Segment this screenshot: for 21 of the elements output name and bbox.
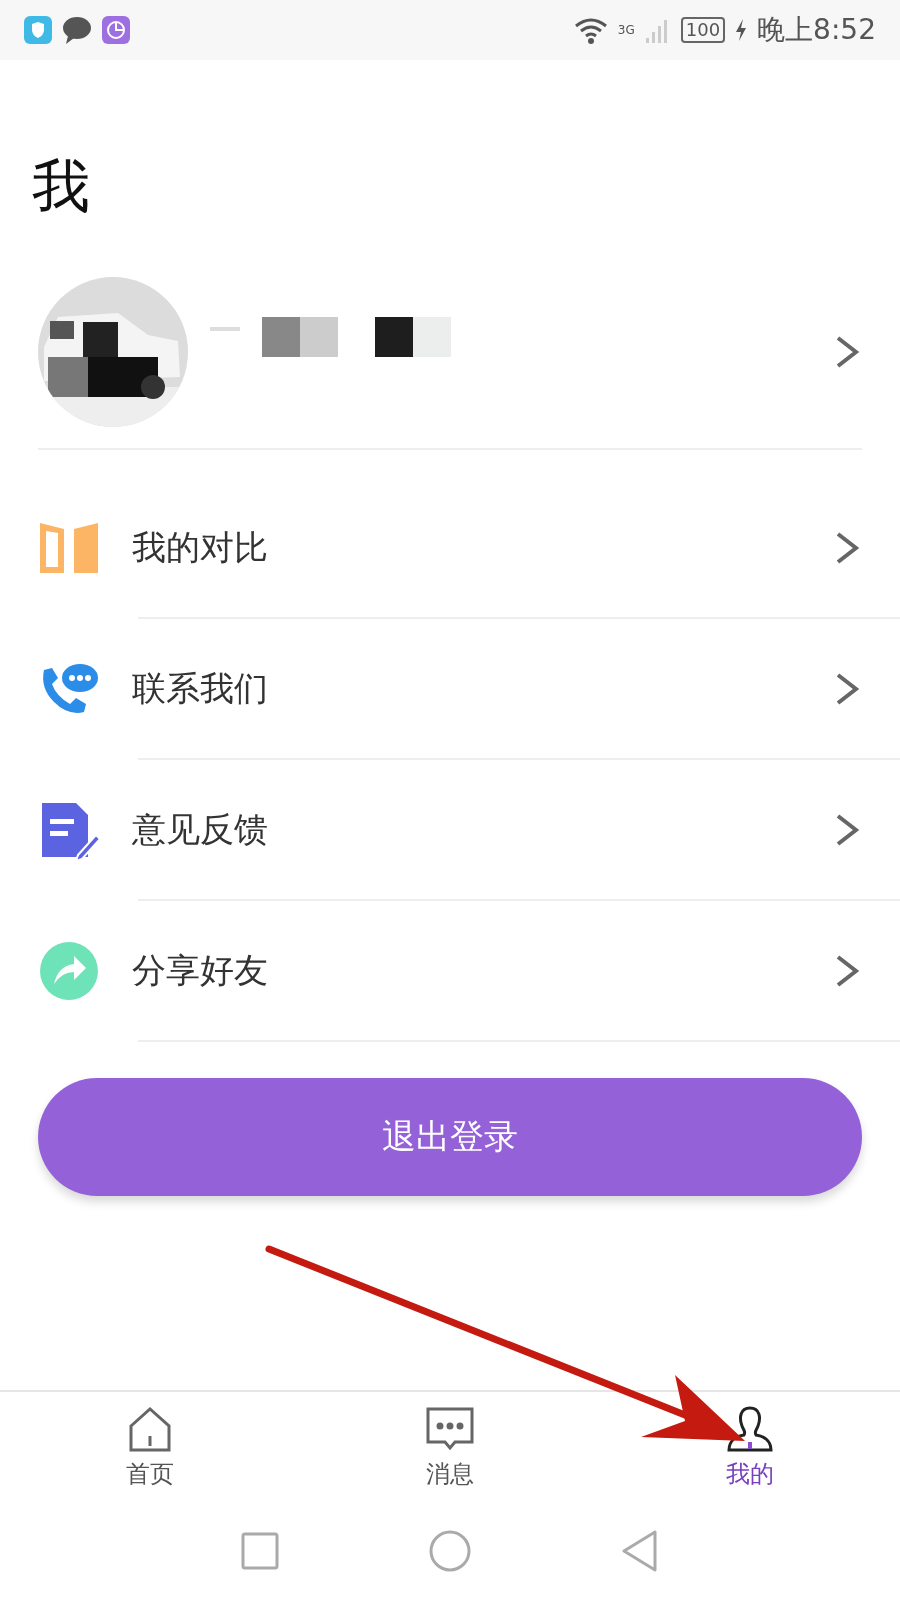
- nav-tab[interactable]: 首页: [0, 1392, 300, 1502]
- recent-apps-icon[interactable]: [241, 1532, 279, 1570]
- nav-tab[interactable]: 消息: [300, 1392, 600, 1502]
- battery-level: 100: [680, 17, 726, 43]
- clock: 晚上8:52: [757, 12, 876, 48]
- logout-button[interactable]: 退出登录: [38, 1078, 862, 1196]
- menu-item[interactable]: 意见反馈: [0, 760, 900, 899]
- charging-icon: [735, 19, 748, 41]
- nav-tab[interactable]: 我的: [600, 1392, 900, 1502]
- home-circle-icon[interactable]: [429, 1530, 471, 1572]
- menu-item[interactable]: 我的对比: [0, 478, 900, 617]
- network-type: 3G: [617, 23, 635, 37]
- menu-item[interactable]: 分享好友: [0, 901, 900, 1040]
- page-title: 我: [31, 151, 91, 222]
- chat-bubble-icon: [62, 16, 92, 44]
- menu-item[interactable]: 联系我们: [0, 619, 900, 758]
- user-icon: [725, 1404, 775, 1454]
- back-icon[interactable]: [621, 1530, 659, 1572]
- shield-app-icon: [24, 16, 52, 44]
- pie-app-icon: [102, 16, 130, 44]
- wifi-icon: [573, 16, 608, 44]
